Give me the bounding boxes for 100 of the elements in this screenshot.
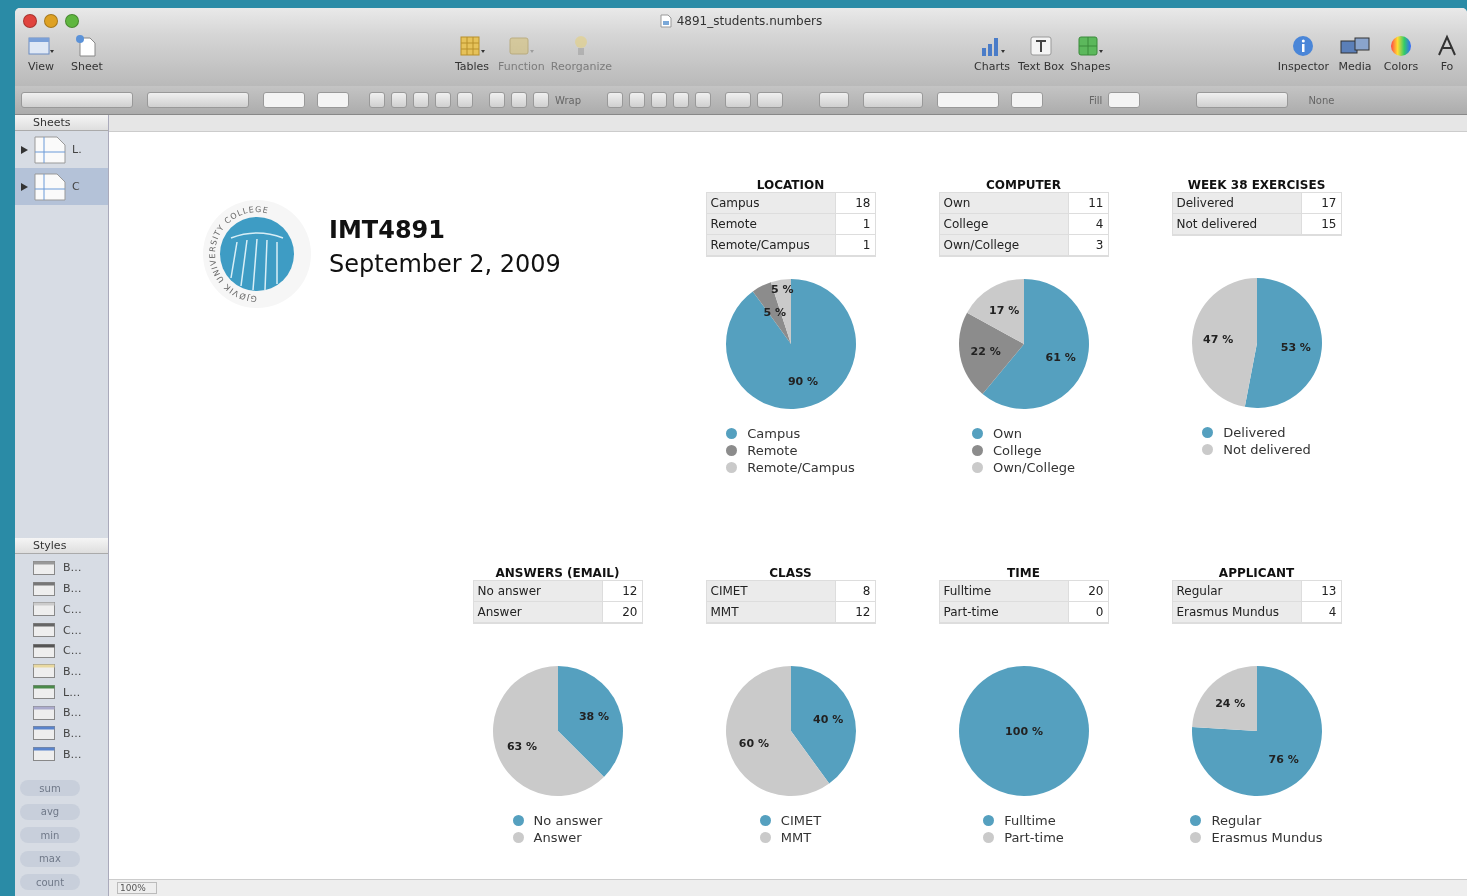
window-title: 4891_students.numbers (676, 14, 823, 28)
toolbar-button[interactable]: Colors (1381, 34, 1421, 73)
document-icon (659, 14, 672, 28)
chart-title: COMPUTER (985, 178, 1062, 192)
format-control[interactable] (695, 92, 712, 108)
close-button[interactable] (23, 14, 37, 28)
format-control[interactable] (629, 92, 646, 108)
style-item[interactable]: C… (15, 599, 108, 620)
style-item[interactable]: B… (15, 702, 108, 724)
table-style-icon (33, 705, 55, 720)
toolbar-button[interactable]: Media (1335, 34, 1375, 73)
format-control[interactable] (819, 92, 850, 108)
table-icon (458, 34, 486, 58)
toolbar-button[interactable]: Sheet (67, 34, 107, 73)
table-cell: Own/College (939, 235, 1069, 255)
format-control[interactable] (937, 92, 1000, 108)
format-control[interactable] (511, 92, 527, 108)
toolbar-button[interactable]: Charts (972, 34, 1013, 73)
table-style-icon (33, 664, 55, 679)
legend-label: Regular (1211, 813, 1262, 828)
format-control[interactable] (317, 92, 349, 108)
chart-title: LOCATION (756, 178, 825, 192)
slice-label: 47 % (1202, 333, 1233, 347)
minimize-button[interactable] (44, 14, 58, 28)
style-item[interactable]: C… (15, 619, 108, 641)
table-style-icon (33, 643, 55, 658)
format-control[interactable] (263, 92, 305, 108)
style-item[interactable]: B… (15, 743, 108, 765)
styles-header: Styles (33, 538, 67, 552)
table-cell: CIMET (706, 581, 836, 601)
chart-title: CLASS (769, 566, 812, 580)
format-control[interactable] (147, 92, 249, 108)
format-control[interactable] (391, 92, 407, 108)
sheet-icon (34, 135, 66, 164)
format-control[interactable] (413, 92, 429, 108)
slice-label: 17 % (988, 304, 1019, 318)
legend-label: College (993, 443, 1042, 458)
toolbar-button[interactable]: Fo (1427, 34, 1467, 73)
none-label: None (1308, 94, 1335, 106)
legend-label: No answer (533, 813, 603, 828)
table-style-icon (33, 685, 55, 700)
slice-label: 60 % (738, 737, 769, 751)
format-control[interactable] (607, 92, 624, 108)
style-item[interactable]: B… (15, 661, 108, 682)
legend-label: Fulltime (1004, 813, 1056, 828)
style-item[interactable]: B… (15, 557, 108, 579)
disclosure-triangle-icon (21, 182, 28, 191)
table-style-icon (33, 602, 55, 617)
sheet-item[interactable]: L. (15, 131, 108, 168)
slice-label: 90 % (787, 375, 818, 389)
format-control[interactable] (457, 92, 473, 108)
format-control[interactable] (369, 92, 385, 108)
format-control[interactable] (757, 92, 784, 108)
format-control[interactable] (489, 92, 505, 108)
slice-label: 22 % (970, 345, 1001, 359)
table-style-icon (33, 623, 55, 638)
format-control[interactable] (1011, 92, 1044, 108)
table-style-icon (33, 726, 55, 741)
legend-label: MMT (780, 830, 812, 845)
slice-label: 5 % (763, 306, 786, 320)
toolbar-button[interactable]: Tables (452, 34, 492, 73)
sheet-item[interactable]: C (15, 168, 108, 205)
fill-swatch[interactable] (1108, 92, 1141, 108)
slice-label: 38 % (578, 710, 609, 724)
chart-title: TIME (1007, 566, 1040, 580)
toolbar-button[interactable]: View (21, 34, 61, 73)
format-control[interactable] (725, 92, 752, 108)
table-cell: Remote/Campus (706, 235, 836, 255)
legend-label: Part-time (1004, 830, 1064, 845)
slice-label: 24 % (1214, 696, 1245, 710)
style-item[interactable]: B… (15, 723, 108, 744)
document-date: September 2, 2009 (329, 250, 561, 278)
format-control[interactable] (533, 92, 549, 108)
text-box-icon (1029, 34, 1054, 58)
table-cell: MMT (706, 602, 836, 622)
format-control[interactable] (651, 92, 668, 108)
slice-label: 76 % (1268, 753, 1299, 767)
toolbar-button[interactable]: Text Box (1018, 34, 1065, 73)
format-control[interactable] (1196, 92, 1289, 108)
table-cell: No answer (473, 581, 603, 601)
toolbar-button[interactable]: Shapes (1070, 34, 1111, 73)
table-cell: Campus (706, 193, 836, 213)
toolbar-button[interactable]: Inspector (1277, 34, 1329, 73)
slice-label: 40 % (812, 712, 843, 726)
zoom-button[interactable] (65, 14, 79, 28)
slice-label: 53 % (1280, 340, 1311, 354)
format-control[interactable] (435, 92, 451, 108)
table-cell: Delivered (1172, 193, 1302, 213)
sheet-icon (34, 172, 66, 201)
format-control[interactable] (673, 92, 690, 108)
table-cell: Answer (473, 602, 603, 622)
format-control[interactable] (863, 92, 924, 108)
zoom-control[interactable]: 100% (117, 882, 157, 894)
table-cell: College (939, 214, 1069, 234)
style-item[interactable]: B… (15, 578, 108, 599)
table-cell: Erasmus Mundus (1172, 602, 1302, 622)
style-item[interactable]: C… (15, 640, 108, 662)
font-icon (1437, 34, 1457, 58)
format-control[interactable] (21, 92, 133, 108)
style-item[interactable]: L… (15, 681, 108, 703)
